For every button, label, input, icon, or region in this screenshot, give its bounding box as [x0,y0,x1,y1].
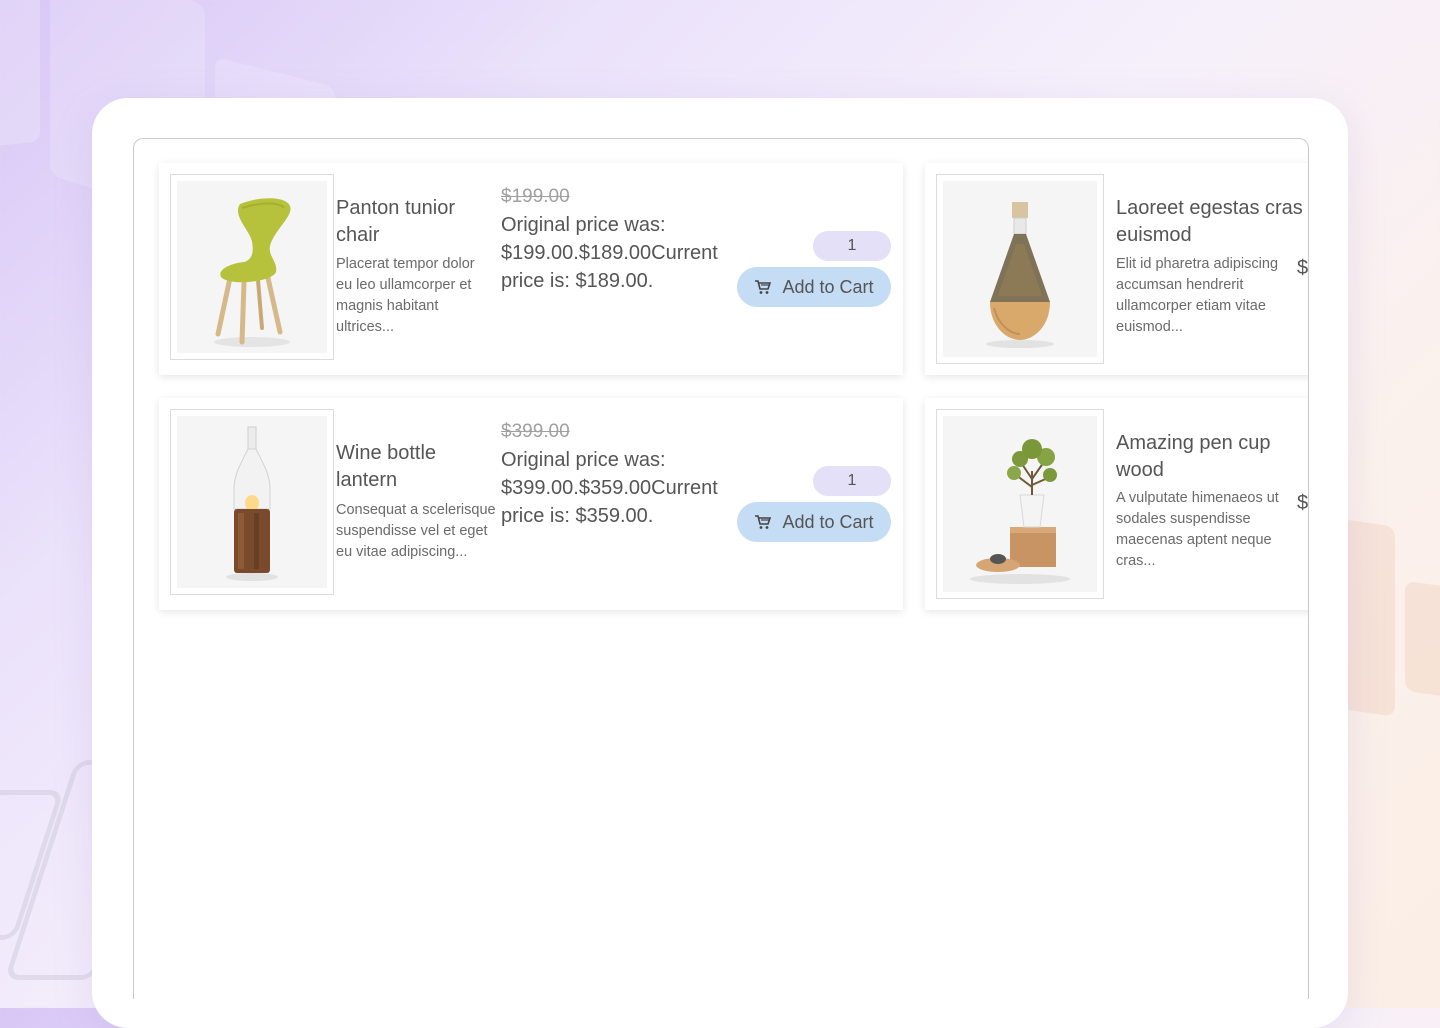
lantern-image [177,416,327,588]
old-price: $399.00 [501,421,570,442]
product-list-frame: Panton tunior chair Placerat tempor dolo… [133,138,1309,999]
background-shape [0,0,40,149]
cart-icon [755,515,772,529]
old-price: $199.00 [501,186,570,207]
product-thumbnail[interactable] [170,174,334,360]
add-to-cart-label: Add to Cart [782,511,874,532]
product-description: Elit id pharetra adipiscing accumsan hen… [1116,256,1279,335]
product-title[interactable]: Amazing pen cup wood [1116,430,1308,484]
price-block: $399.00 Original price was: $399.00.$359… [501,418,731,530]
jar-image [943,181,1097,357]
background-shape [1405,580,1440,700]
product-title[interactable]: Wine bottle lantern [336,440,486,494]
chair-image [177,181,327,353]
content-card: Panton tunior chair Placerat tempor dolo… [92,98,1348,1028]
price-partial: $ [1297,257,1309,279]
product-item: Wine bottle lantern Consequat a sceleris… [159,398,903,610]
product-description: Placerat tempor dolor eu leo ullamcorper… [336,256,475,335]
product-item: Panton tunior chair Placerat tempor dolo… [159,163,903,375]
product-description: Consequat a scelerisque suspendisse vel … [336,502,496,560]
quantity-input[interactable]: 1 [813,466,891,496]
quantity-input[interactable]: 1 [813,231,891,261]
product-thumbnail[interactable] [936,174,1104,364]
product-description: A vulputate himenaeos ut sodales suspend… [1116,490,1279,569]
price-block: $199.00 Original price was: $199.00.$189… [501,183,731,295]
add-to-cart-button[interactable]: Add to Cart [737,502,891,542]
product-title[interactable]: Panton tunior chair [336,195,486,249]
product-title[interactable]: Laoreet egestas cras euismod [1116,195,1308,249]
price-partial: $ [1297,492,1309,514]
add-to-cart-label: Add to Cart [782,276,874,297]
add-to-cart-button[interactable]: Add to Cart [737,267,891,307]
product-item: Amazing pen cup wood A vulputate himenae… [925,398,1309,610]
price-text: Original price was: $199.00.$189.00Curre… [501,214,718,292]
price-text: Original price was: $399.00.$359.00Curre… [501,449,718,527]
product-thumbnail[interactable] [936,409,1104,599]
cart-icon [755,280,772,294]
plant-image [943,416,1097,592]
product-thumbnail[interactable] [170,409,334,595]
product-item: Laoreet egestas cras euismod Elit id pha… [925,163,1309,375]
